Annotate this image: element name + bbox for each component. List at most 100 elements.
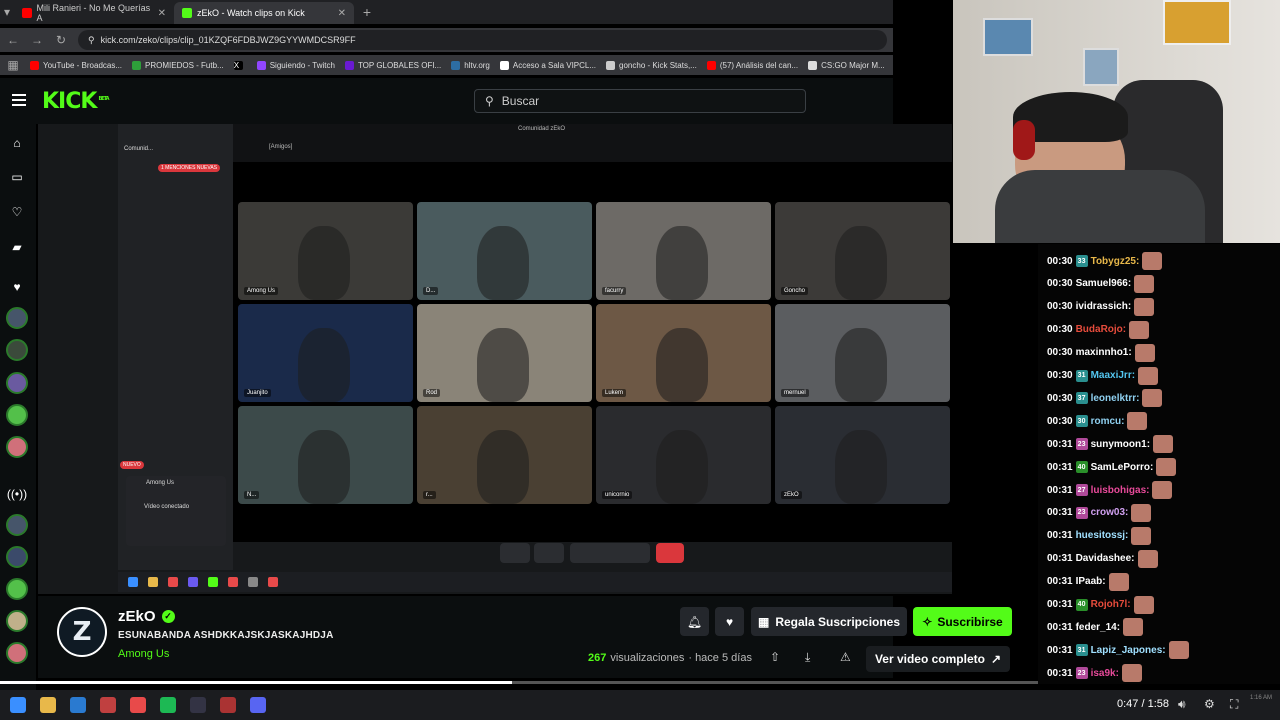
gift-subs-button[interactable]: ▦ Regala Suscripciones	[751, 607, 907, 636]
video-tile[interactable]: Rod	[417, 304, 592, 402]
video-tile[interactable]: Goncho	[775, 202, 950, 300]
video-tile[interactable]: mernuel	[775, 304, 950, 402]
channel-avatar[interactable]: Z	[57, 607, 107, 657]
chat-username: romcu:	[1090, 415, 1125, 427]
tab-kick[interactable]: zEkO - Watch clips on Kick ✕	[174, 2, 354, 24]
emote-icon	[1156, 458, 1177, 477]
following-icon[interactable]: ♡	[6, 201, 28, 223]
fullscreen-icon[interactable]: ⛶	[1230, 697, 1238, 712]
share-icon[interactable]: ⇧	[770, 650, 780, 664]
chat-username: huesitossj:	[1075, 530, 1129, 542]
volume-icon[interactable]: 🔊︎	[1178, 697, 1186, 712]
bookmark-item[interactable]: TOP GLOBALES OFI...	[344, 60, 441, 70]
new-tab-button[interactable]: +	[360, 4, 374, 20]
edge-icon[interactable]	[70, 697, 86, 713]
bookmark-item[interactable]: CS:GO Major M...	[808, 60, 885, 70]
close-icon[interactable]: ✕	[158, 8, 166, 19]
video-tile[interactable]: Among Us	[238, 202, 413, 300]
site-info-icon[interactable]: ⚲	[88, 35, 95, 46]
url-text: kick.com/zeko/clips/clip_01KZQF6FDBJWZ9G…	[100, 35, 356, 45]
back-icon[interactable]: ←	[6, 33, 20, 47]
download-icon[interactable]: ⤓	[805, 650, 810, 665]
url-input[interactable]: ⚲ kick.com/zeko/clips/clip_01KZQF6FDBJWZ…	[78, 30, 887, 50]
subscribe-button[interactable]: ✧ Suscribirse	[913, 607, 1012, 636]
bookmark-label: YouTube - Broadcas...	[43, 60, 123, 70]
bookmark-item[interactable]: hltv.org	[451, 60, 490, 70]
camera-button[interactable]	[534, 543, 564, 563]
discord-icon[interactable]	[250, 697, 266, 713]
close-icon[interactable]: ✕	[338, 8, 346, 19]
menu-icon[interactable]	[12, 94, 26, 106]
home-icon[interactable]: ⌂	[6, 132, 28, 154]
start-icon[interactable]	[10, 697, 26, 713]
chat-message: 00:31 huesitossj:	[1047, 526, 1152, 545]
bookmark-label: goncho - Kick Stats,...	[619, 60, 697, 70]
bookmark-icon	[808, 60, 818, 70]
report-icon[interactable]: ⚠	[840, 650, 851, 664]
kick-logo[interactable]: KICK BETA	[42, 89, 110, 114]
steam-icon[interactable]	[190, 697, 206, 713]
avatar[interactable]	[6, 546, 28, 568]
avatar[interactable]	[6, 307, 28, 329]
tab-youtube[interactable]: Mili Ranieri - No Me Querías A ✕	[14, 2, 174, 24]
heart-icon[interactable]: ♥	[6, 276, 28, 298]
apps-icon[interactable]: ▦	[6, 58, 20, 72]
spotify-icon[interactable]	[160, 697, 176, 713]
avatar[interactable]	[6, 372, 28, 394]
app-icon[interactable]	[220, 697, 236, 713]
reload-icon[interactable]: ↻	[54, 33, 68, 47]
participant-name: Goncho	[781, 287, 809, 295]
bookmark-item[interactable]: Acceso a Sala VIPCL...	[499, 60, 596, 70]
settings-icon[interactable]: ⚙	[1204, 697, 1215, 711]
chat-timestamp: 00:31	[1047, 599, 1073, 610]
chrome-icon[interactable]	[130, 697, 146, 713]
video-tile[interactable]: facurry	[596, 202, 771, 300]
bookmark-item[interactable]: X	[233, 60, 247, 70]
forward-icon[interactable]: →	[30, 33, 44, 47]
channel-name[interactable]: zEkO ✓	[118, 608, 175, 625]
video-tile[interactable]: D...	[417, 202, 592, 300]
avatar[interactable]	[6, 436, 28, 458]
bookmark-item[interactable]: YouTube - Broadcas...	[30, 60, 123, 70]
clips-icon[interactable]: ▰	[6, 236, 28, 258]
emote-icon	[1152, 481, 1173, 499]
app-icon[interactable]	[100, 697, 116, 713]
avatar[interactable]	[6, 610, 28, 632]
bookmark-icon	[606, 60, 616, 70]
voice-panel: Among Us Vídeo conectado	[126, 476, 226, 546]
video-progress-fill	[0, 681, 512, 684]
search-input[interactable]: ⚲ Buscar	[474, 89, 806, 113]
bookmark-item[interactable]: Siguiendo - Twitch	[256, 60, 335, 70]
bookmark-item[interactable]: (57) Análisis del can...	[706, 60, 798, 70]
emote-icon	[1142, 252, 1163, 270]
follow-heart-button[interactable]: ♥	[715, 607, 744, 636]
hangup-button[interactable]	[656, 543, 684, 563]
bookmark-item[interactable]: goncho - Kick Stats,...	[606, 60, 697, 70]
folder-icon[interactable]	[40, 697, 56, 713]
mentions-badge: 1 MENCIONES NUEVAS	[158, 164, 221, 172]
chat-username: MaaxiJrr:	[1090, 370, 1136, 381]
video-tile[interactable]: Lukem	[596, 304, 771, 402]
avatar[interactable]	[6, 642, 28, 664]
avatar[interactable]	[6, 578, 28, 600]
video-tile[interactable]: zEkO	[775, 406, 950, 504]
notification-bell-button[interactable]: 🔔︎	[680, 607, 709, 636]
bookmark-item[interactable]: PROMIEDOS - Futb...	[132, 60, 224, 70]
video-tile[interactable]: unicornio	[596, 406, 771, 504]
full-video-button[interactable]: Ver video completo ↗	[866, 646, 1010, 672]
video-tile[interactable]: r...	[417, 406, 592, 504]
category-link[interactable]: Among Us	[118, 648, 169, 660]
video-tile[interactable]: N...	[238, 406, 413, 504]
chat-message: 00:30 33 Tobygz25:	[1047, 252, 1163, 270]
avatar[interactable]	[6, 339, 28, 361]
address-bar-row: ← → ↻ ⚲ kick.com/zeko/clips/clip_01KZQF6…	[0, 28, 893, 52]
video-tile[interactable]: Juanjito	[238, 304, 413, 402]
sub-badge: 23	[1075, 506, 1088, 519]
call-actions[interactable]	[570, 543, 650, 563]
live-icon[interactable]: ((•))	[6, 483, 28, 505]
tab-list-icon[interactable]: ▾	[0, 5, 14, 19]
mic-button[interactable]	[500, 543, 530, 563]
avatar[interactable]	[6, 404, 28, 426]
avatar[interactable]	[6, 514, 28, 536]
browse-icon[interactable]: ▭	[6, 166, 28, 188]
